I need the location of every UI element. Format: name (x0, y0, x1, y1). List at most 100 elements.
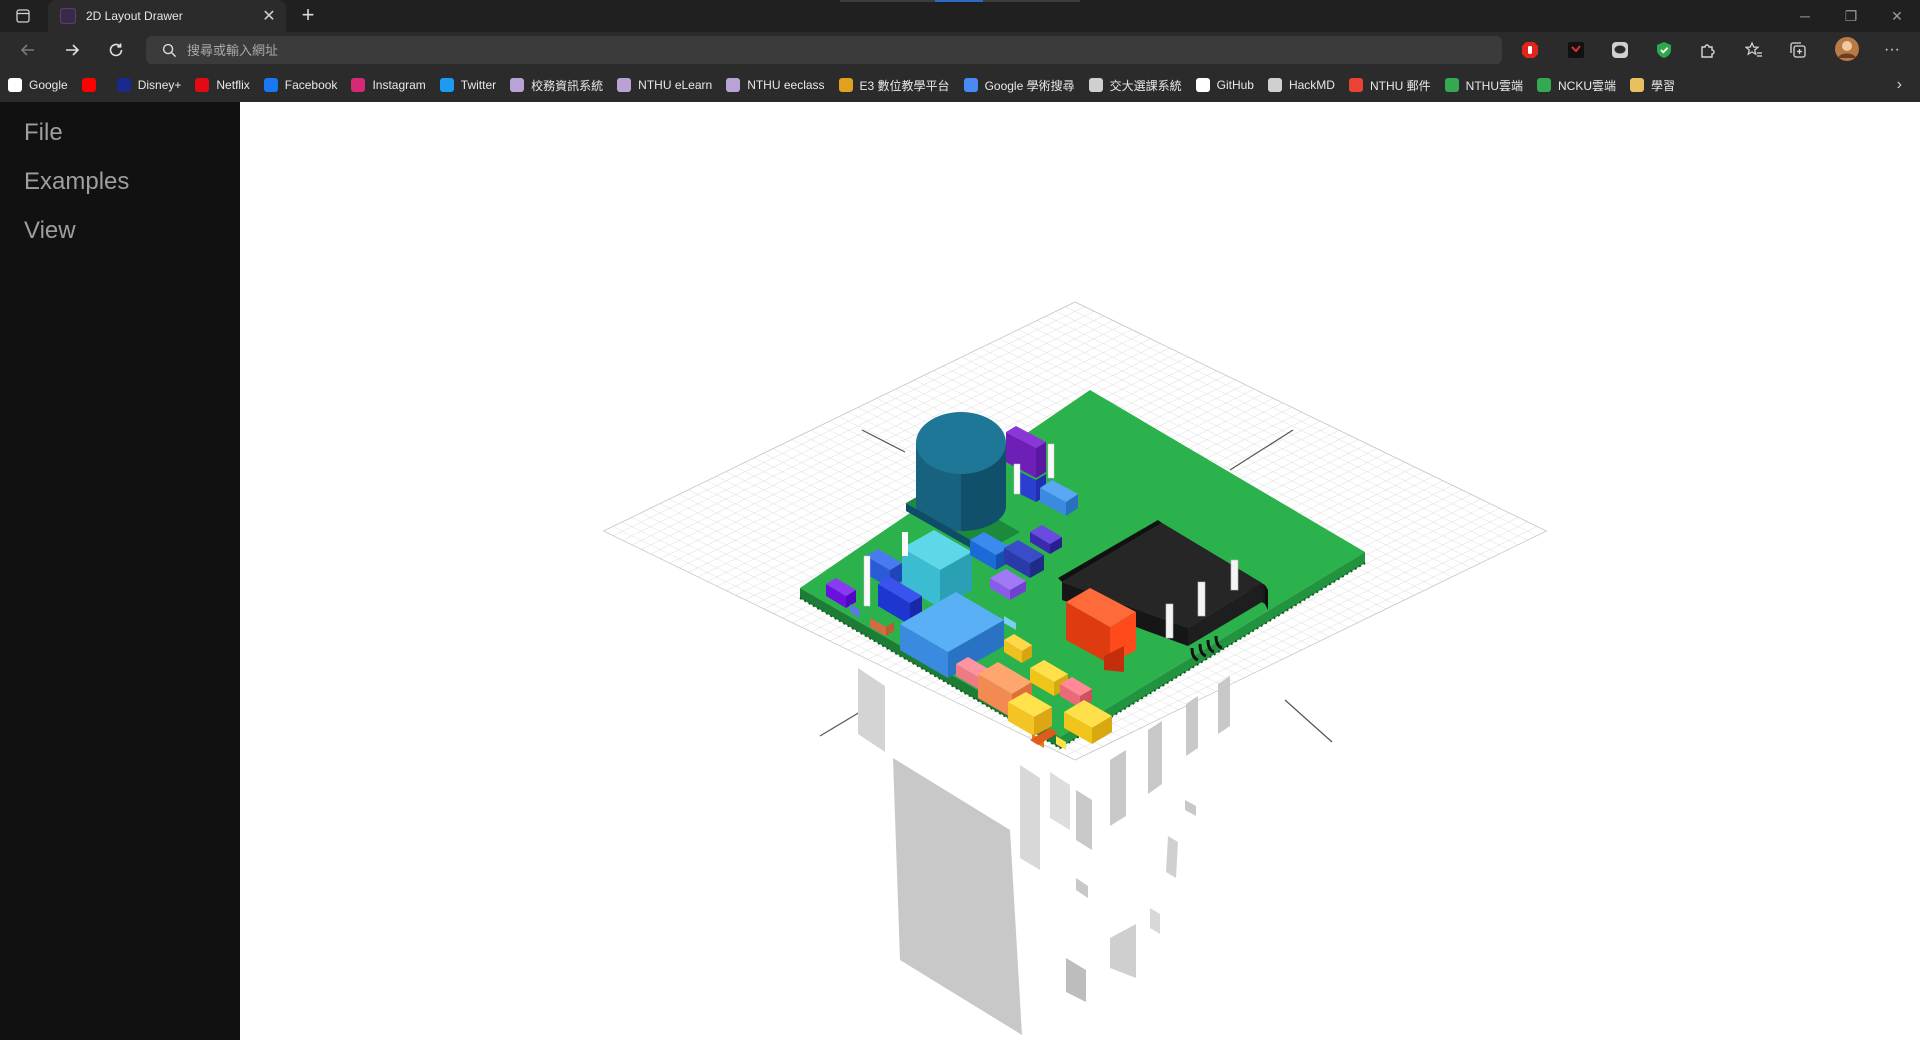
youtube-icon (81, 78, 96, 92)
address-input[interactable] (185, 41, 1502, 59)
3d-viewport[interactable] (240, 102, 1920, 1040)
bookmark-label: Google (29, 78, 68, 92)
page-icon (726, 78, 741, 92)
bookmark-item[interactable]: NTHU雲端 (1444, 77, 1523, 94)
bookmark-item[interactable]: Google (8, 78, 68, 92)
bookmarks-bar: Google Disney+ Netflix Facebook Instagram Twi… (0, 68, 1920, 102)
tab-favicon-icon (60, 8, 76, 24)
bookmark-item[interactable]: Facebook (263, 78, 338, 92)
facebook-icon (263, 78, 278, 92)
bookmark-item[interactable]: 學習 (1630, 77, 1675, 94)
bookmark-item[interactable]: 交大選課系統 (1088, 77, 1182, 94)
netflix-icon (195, 78, 210, 92)
close-window-button[interactable]: ✕ (1874, 0, 1920, 32)
collections-button[interactable] (1786, 38, 1810, 62)
active-tab[interactable]: 2D Layout Drawer ✕ (48, 0, 286, 32)
tab-bar: 2D Layout Drawer ✕ + ─ ❐ ✕ (0, 0, 1920, 32)
twitter-icon (439, 78, 454, 92)
search-icon (162, 43, 177, 57)
shield-icon (1657, 42, 1671, 58)
instagram-icon (351, 78, 366, 92)
github-icon (1195, 78, 1210, 92)
bookmark-label: 交大選課系統 (1109, 78, 1182, 93)
menu-item-file[interactable]: File (0, 108, 240, 157)
avatar-icon (1835, 37, 1859, 61)
adblock-extension-button[interactable] (1518, 38, 1542, 62)
profile-avatar[interactable] (1834, 36, 1860, 62)
forward-arrow-icon (66, 44, 80, 56)
sidebar-menu: File Examples View (0, 102, 240, 1040)
gmail-icon (1348, 78, 1363, 92)
bookmark-label: 學習 (1651, 78, 1676, 93)
restore-button[interactable]: ❐ (1828, 0, 1874, 32)
star-list-icon (1745, 41, 1762, 57)
bookmark-item[interactable]: NTHU eLearn (617, 78, 712, 92)
address-bar[interactable] (146, 36, 1502, 64)
google-icon (8, 78, 22, 92)
bookmark-label: NTHU eeclass (747, 78, 825, 92)
window-controls: ─ ❐ ✕ (1782, 0, 1920, 32)
bookmark-item[interactable]: Twitter (439, 78, 496, 92)
puzzle-icon (1701, 44, 1715, 58)
stop-hand-icon (1522, 42, 1538, 58)
collections-icon (1790, 42, 1806, 58)
bookmark-item[interactable]: Disney+ (116, 78, 182, 92)
bookmark-label: NCKU雲端 (1558, 78, 1617, 93)
bookmark-item[interactable]: E3 數位教學平台 (838, 77, 950, 94)
forward-button[interactable] (56, 36, 88, 64)
bookmark-item[interactable]: NCKU雲端 (1537, 77, 1616, 94)
chevron-right-icon[interactable]: › (1897, 76, 1902, 94)
dark-reader-icon (1568, 42, 1584, 58)
bookmark-item[interactable]: GitHub (1195, 78, 1254, 92)
bookmark-label: Netflix (216, 78, 250, 92)
bookmark-label: Disney+ (137, 78, 182, 92)
bookmark-item[interactable]: HackMD (1267, 78, 1335, 92)
drive-icon (1444, 78, 1459, 92)
hackmd-icon (1267, 78, 1282, 92)
bookmark-label: NTHU 郵件 (1369, 78, 1431, 93)
tab-actions-button[interactable] (8, 4, 38, 28)
bookmark-item[interactable]: Google 學術搜尋 (963, 77, 1075, 94)
disney-plus-icon (116, 78, 131, 92)
tab-actions-icon (16, 9, 30, 23)
minimize-button[interactable]: ─ (1782, 0, 1828, 32)
bookmark-label: Facebook (284, 78, 338, 92)
back-arrow-icon (20, 44, 34, 56)
bookmark-label: 校務資訊系統 (531, 78, 604, 93)
navigation-bar: ··· (0, 32, 1920, 68)
more-dots-icon: ··· (1884, 41, 1900, 58)
extensions-button[interactable] (1696, 38, 1720, 62)
bookmark-label: Google 學術搜尋 (984, 78, 1075, 93)
line-extension-button[interactable] (1608, 38, 1632, 62)
page-icon (617, 78, 632, 92)
new-tab-button[interactable]: + (294, 3, 322, 29)
extension-button-2[interactable] (1564, 38, 1588, 62)
favorites-button[interactable] (1742, 38, 1766, 62)
bookmark-item[interactable] (81, 78, 103, 92)
folder-icon (1630, 78, 1645, 92)
chat-bubble-icon (1612, 42, 1628, 58)
drive-icon (1537, 78, 1551, 92)
refresh-icon (109, 43, 123, 57)
bookmark-item[interactable]: Instagram (351, 78, 426, 92)
bookmark-item[interactable]: 校務資訊系統 (510, 77, 603, 94)
bookmark-label: HackMD (1288, 78, 1335, 92)
bookmark-label: Instagram (372, 78, 426, 92)
tab-close-icon[interactable]: ✕ (258, 6, 280, 26)
drag-region-accent (935, 0, 983, 2)
bookmark-item[interactable]: NTHU 郵件 (1348, 77, 1431, 94)
settings-more-button[interactable]: ··· (1880, 38, 1904, 62)
e3-icon (838, 78, 853, 92)
bookmark-label: NTHU eLearn (638, 78, 713, 92)
bookmark-item[interactable]: NTHU eeclass (726, 78, 825, 92)
refresh-button[interactable] (100, 36, 132, 64)
pcb-3d-scene[interactable] (240, 102, 1920, 1040)
bookmark-label: GitHub (1216, 78, 1254, 92)
menu-item-examples[interactable]: Examples (0, 157, 240, 206)
bookmark-item[interactable]: Netflix (195, 78, 250, 92)
menu-item-view[interactable]: View (0, 206, 240, 255)
back-button[interactable] (12, 36, 44, 64)
tab-title: 2D Layout Drawer (86, 9, 183, 23)
shield-extension-button[interactable] (1652, 38, 1676, 62)
scholar-icon (963, 78, 978, 92)
